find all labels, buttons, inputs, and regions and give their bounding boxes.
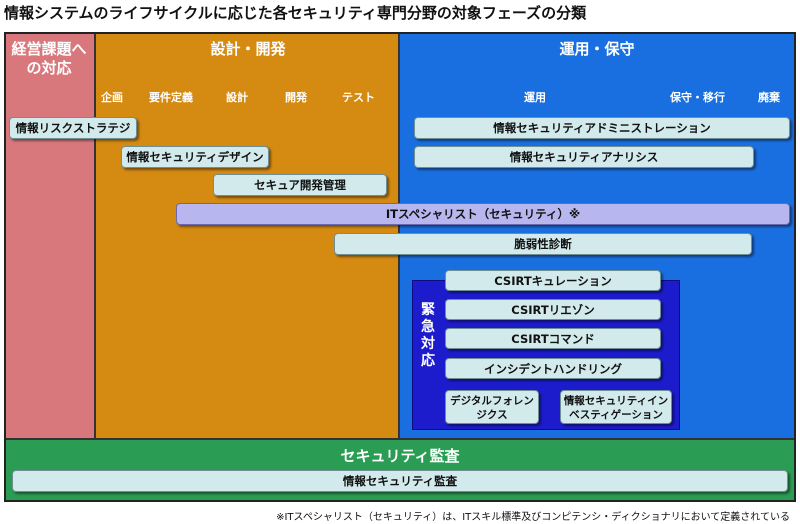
phase-planning: 企画 [101, 91, 123, 104]
bar-info-risk-strategy: 情報リスクストラテジ [9, 117, 137, 139]
bar-info-security-administration: 情報セキュリティアドミニストレーション [414, 117, 790, 139]
header-operation-maintenance: 運用・保守 [559, 40, 635, 58]
bar-digital-forensics: デジタルフォレンジクス [445, 390, 539, 424]
phase-requirements: 要件定義 [149, 91, 193, 104]
header-design-development: 設計・開発 [210, 40, 286, 58]
bar-incident-handling: インシデントハンドリング [445, 358, 661, 379]
bar-info-security-design: 情報セキュリティデザイン [121, 146, 269, 168]
phase-disposal: 廃棄 [758, 91, 780, 104]
column-management [6, 34, 96, 438]
bar-secure-development-management: セキュア開発管理 [213, 174, 387, 196]
header-management: 経営課題への対応 [11, 40, 87, 77]
bar-csirt-curation: CSIRTキュレーション [445, 270, 661, 291]
phase-operation: 運用 [524, 91, 546, 104]
bar-info-security-investigation: 情報セキュリティインベスティゲーション [560, 390, 672, 424]
bar-info-security-audit: 情報セキュリティ監査 [12, 470, 788, 492]
phase-maintenance: 保守・移行 [670, 91, 725, 104]
emergency-response-label: 緊急対応 [421, 302, 435, 369]
phase-test: テスト [342, 91, 375, 104]
bar-info-security-analysis: 情報セキュリティアナリシス [414, 146, 754, 168]
footnote: ※ITスペシャリスト（セキュリティ）は、ITスキル標準及びコンピテンシ・ディクシ… [276, 512, 790, 523]
audit-header: セキュリティ監査 [340, 447, 460, 465]
phase-design: 設計 [226, 91, 248, 104]
diagram-title: 情報システムのライフサイクルに応じた各セキュリティ専門分野の対象フェーズの分類 [4, 4, 587, 22]
bar-it-specialist-security: ITスペシャリスト（セキュリティ）※ [176, 203, 790, 225]
bar-csirt-liaison: CSIRTリエゾン [445, 299, 661, 320]
phase-development: 開発 [285, 91, 307, 104]
bar-csirt-command: CSIRTコマンド [445, 328, 661, 349]
bar-vulnerability-assessment: 脆弱性診断 [334, 233, 752, 255]
